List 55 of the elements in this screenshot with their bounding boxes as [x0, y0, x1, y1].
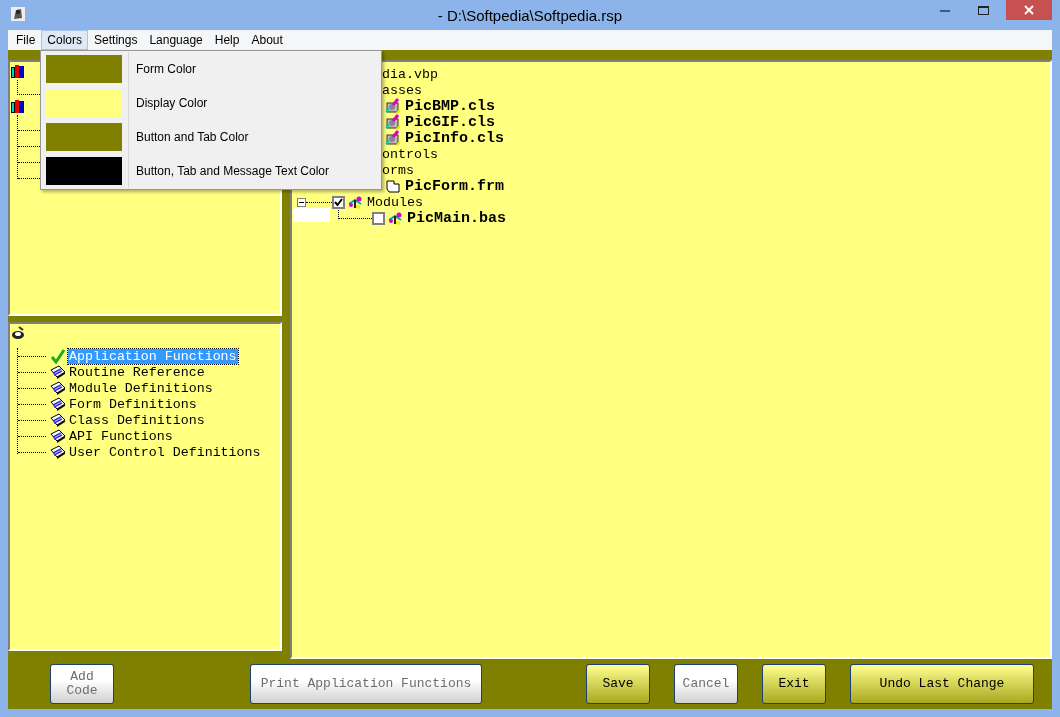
menu-item[interactable]: Button and Tab Color: [41, 123, 381, 151]
tree-item[interactable]: Form Definitions: [68, 396, 198, 412]
books-icon: [11, 99, 25, 113]
tree-item[interactable]: PicInfo.cls: [405, 129, 505, 147]
tree-item[interactable]: asses: [382, 82, 422, 98]
minimize-icon: [940, 8, 950, 12]
action-button[interactable]: Exit: [762, 664, 826, 704]
menu-item[interactable]: File: [10, 30, 42, 50]
checkmark-icon: [50, 348, 66, 364]
app-icon: [10, 6, 26, 22]
document-stack-icon: [50, 380, 66, 396]
books-icon: [11, 64, 25, 78]
window-title: - D:\Softpedia\Softpedia.rsp: [437, 6, 623, 24]
document-stack-icon: [50, 444, 66, 460]
class-module-icon: [385, 130, 401, 146]
menu-item[interactable]: Form Color: [41, 55, 381, 83]
checkbox[interactable]: [372, 211, 385, 225]
close-button[interactable]: [1006, 0, 1052, 20]
collapse-toggle[interactable]: [297, 197, 306, 207]
tree-item[interactable]: orms: [382, 162, 414, 178]
document-stack-icon: [50, 412, 66, 428]
menu-item[interactable]: Language: [143, 30, 209, 50]
class-module-icon: [385, 114, 401, 130]
tree-item[interactable]: Modules: [367, 194, 423, 210]
menu-item[interactable]: Settings: [88, 30, 144, 50]
tree-item[interactable]: User Control Definitions: [68, 444, 262, 460]
class-module-icon: [385, 98, 401, 114]
module-icon: [347, 194, 363, 210]
menu-item[interactable]: Help: [208, 30, 246, 50]
action-button[interactable]: Save: [586, 664, 650, 704]
blank-field: [293, 208, 330, 222]
menu-item[interactable]: Colors: [41, 30, 89, 50]
tree-item[interactable]: dia.vbp: [382, 66, 438, 82]
module-icon: [387, 210, 403, 226]
tree-item[interactable]: Module Definitions: [68, 380, 214, 396]
tree-item[interactable]: ontrols: [382, 146, 438, 162]
tree-item[interactable]: Routine Reference: [68, 364, 206, 380]
root-icon: [11, 326, 25, 340]
menu-item[interactable]: About: [245, 30, 289, 50]
tree-item[interactable]: PicForm.frm: [405, 177, 505, 195]
tree-item[interactable]: Class Definitions: [68, 412, 206, 428]
close-icon: [1024, 5, 1034, 15]
document-stack-icon: [50, 396, 66, 412]
tree-item[interactable]: API Functions: [68, 428, 174, 444]
document-stack-icon: [50, 364, 66, 380]
form-icon: [385, 178, 401, 194]
tree-item[interactable]: PicGIF.cls: [405, 113, 495, 131]
document-stack-icon: [50, 428, 66, 444]
action-button[interactable]: Undo Last Change: [850, 664, 1034, 704]
maximize-icon: [977, 5, 989, 15]
tree-item[interactable]: PicBMP.cls: [405, 97, 495, 115]
menu-item[interactable]: Button, Tab and Message Text Color: [41, 157, 381, 185]
menu-item[interactable]: Display Color: [41, 89, 381, 117]
checkbox[interactable]: [332, 195, 345, 209]
tree-item[interactable]: PicMain.bas: [407, 209, 507, 227]
